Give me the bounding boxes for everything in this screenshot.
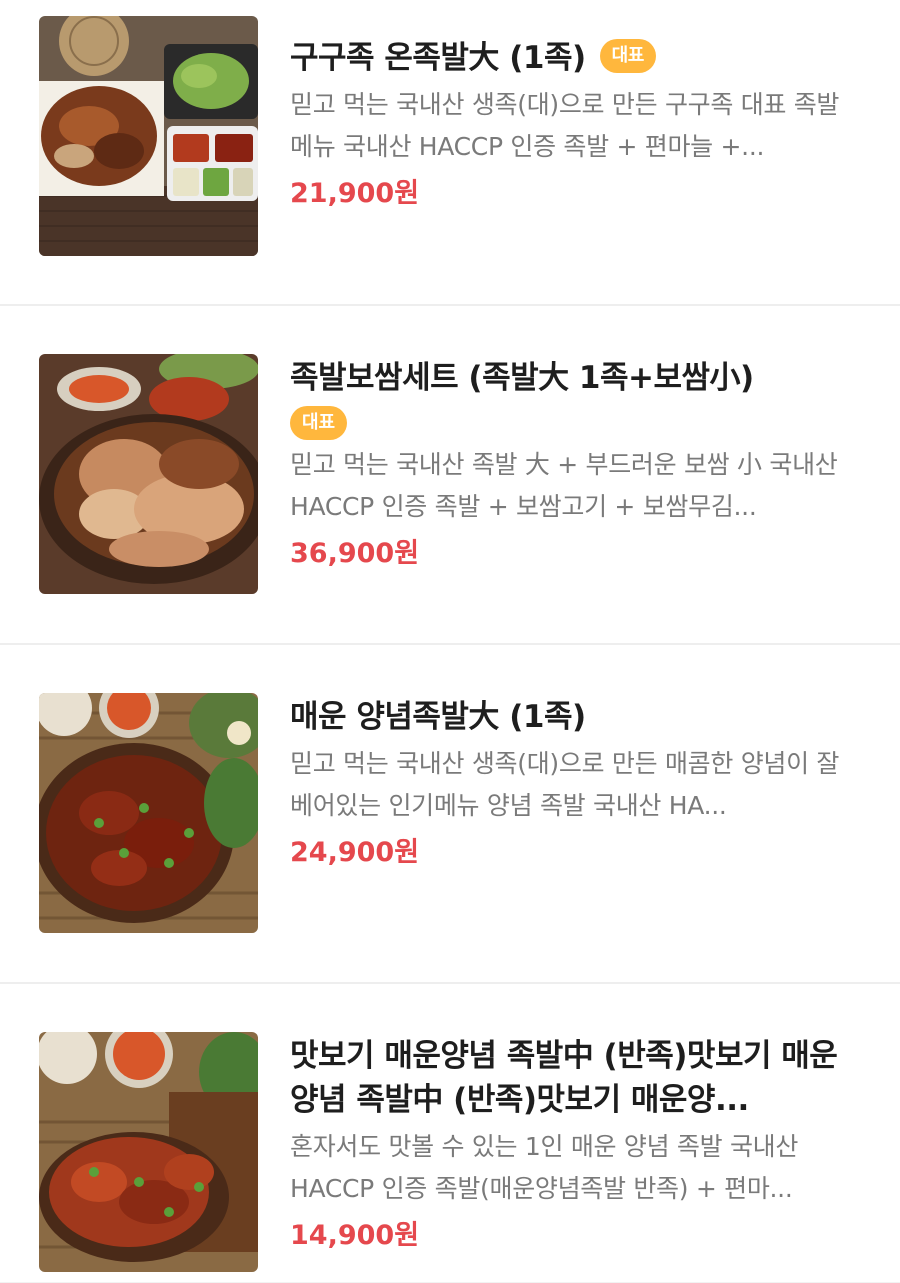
menu-item[interactable]: 구구족 온족발大 (1족) 대표 믿고 먹는 국내산 생족(대)으로 만든 구구족… bbox=[0, 0, 900, 306]
menu-item-price: 24,900원 bbox=[290, 837, 420, 868]
menu-item-title-text: 구구족 온족발大 (1족) bbox=[290, 40, 586, 76]
signature-badge: 대표 bbox=[599, 38, 656, 73]
menu-item[interactable]: 매운 양념족발大 (1족) 믿고 먹는 국내산 생족(대)으로 만든 매콤한 양… bbox=[0, 645, 900, 984]
menu-item-info: 맛보기 매운양념 족발中 (반족)맛보기 매운양념 족발中 (반족)맛보기 매운… bbox=[290, 1034, 862, 1256]
menu-item-description: 믿고 먹는 국내산 생족(대)으로 만든 매콤한 양념이 잘 베어있는 인기메뉴… bbox=[290, 749, 840, 820]
menu-item-info: 족발보쌈세트 (족발大 1족+보쌈小) 대표 믿고 먹는 국내산 족발 大 + … bbox=[290, 356, 862, 574]
menu-item[interactable]: 맛보기 매운양념 족발中 (반족)맛보기 매운양념 족발中 (반족)맛보기 매운… bbox=[0, 984, 900, 1282]
menu-item-title[interactable]: 매운 양념족발大 (1족) bbox=[290, 695, 862, 739]
menu-item-info: 구구족 온족발大 (1족) 대표 믿고 먹는 국내산 생족(대)으로 만든 구구족… bbox=[290, 36, 862, 214]
menu-item-title[interactable]: 맛보기 매운양념 족발中 (반족)맛보기 매운양념 족발中 (반족)맛보기 매운… bbox=[290, 1034, 862, 1122]
menu-item-price: 21,900원 bbox=[290, 178, 420, 209]
menu-item-description: 믿고 먹는 국내산 생족(대)으로 만든 구구족 대표 족발 메뉴 국내산 HA… bbox=[290, 90, 840, 161]
menu-item-title[interactable]: 족발보쌈세트 (족발大 1족+보쌈小) bbox=[290, 356, 862, 400]
menu-item-image[interactable] bbox=[39, 1032, 258, 1272]
signature-badge: 대표 bbox=[290, 406, 348, 440]
menu-list: 구구족 온족발大 (1족) 대표 믿고 먹는 국내산 생족(대)으로 만든 구구족… bbox=[0, 0, 900, 1282]
menu-item-image[interactable] bbox=[39, 16, 258, 256]
menu-item-description: 믿고 먹는 국내산 족발 大 + 부드러운 보쌈 小 국내산 HACCP 인증 … bbox=[290, 450, 838, 521]
menu-item-info: 매운 양념족발大 (1족) 믿고 먹는 국내산 생족(대)으로 만든 매콤한 양… bbox=[290, 695, 862, 873]
menu-item-price: 36,900원 bbox=[290, 538, 420, 569]
menu-item-title[interactable]: 구구족 온족발大 (1족) 대표 bbox=[290, 36, 862, 80]
menu-item-description: 혼자서도 맛볼 수 있는 1인 매운 양념 족발 국내산 HACCP 인증 족발… bbox=[290, 1132, 799, 1203]
menu-item-image[interactable] bbox=[39, 354, 258, 594]
menu-item-price: 14,900원 bbox=[290, 1220, 420, 1251]
menu-item[interactable]: 족발보쌈세트 (족발大 1족+보쌈小) 대표 믿고 먹는 국내산 족발 大 + … bbox=[0, 306, 900, 645]
menu-item-image[interactable] bbox=[39, 693, 258, 933]
